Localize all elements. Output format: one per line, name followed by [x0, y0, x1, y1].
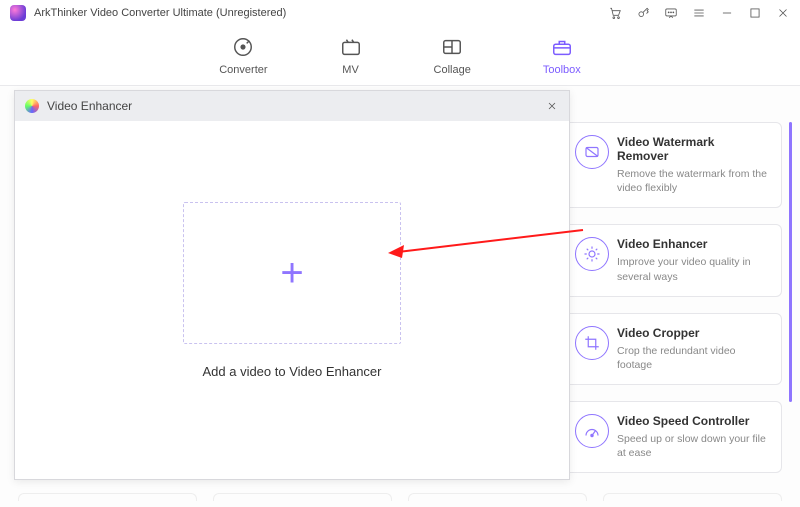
- speed-controller-icon: [575, 414, 609, 448]
- card-title: Video Watermark Remover: [617, 135, 769, 163]
- collage-icon: [441, 36, 463, 58]
- add-video-dropzone[interactable]: +: [183, 202, 401, 344]
- menu-icon[interactable]: [690, 4, 708, 22]
- tab-label: Toolbox: [543, 64, 581, 76]
- dialog-close-button[interactable]: [543, 97, 561, 115]
- tool-card-video-cropper[interactable]: Video Cropper Crop the redundant video f…: [564, 313, 782, 385]
- video-enhancer-icon: [575, 237, 609, 271]
- tab-mv[interactable]: MV: [340, 36, 362, 76]
- maximize-icon[interactable]: [746, 4, 764, 22]
- card-desc: Crop the redundant video footage: [617, 344, 769, 372]
- card-desc: Remove the watermark from the video flex…: [617, 167, 769, 195]
- card-title: Video Enhancer: [617, 237, 769, 251]
- dialog-title: Video Enhancer: [47, 99, 132, 113]
- dropzone-caption: Add a video to Video Enhancer: [202, 364, 381, 379]
- tool-card-watermark-remover[interactable]: Video Watermark Remover Remove the water…: [564, 122, 782, 208]
- card-desc: Improve your video quality in several wa…: [617, 255, 769, 283]
- toolbox-icon: [551, 36, 573, 58]
- mv-icon: [340, 36, 362, 58]
- tab-label: MV: [342, 64, 359, 76]
- minimize-icon[interactable]: [718, 4, 736, 22]
- tool-card-video-enhancer[interactable]: Video Enhancer Improve your video qualit…: [564, 224, 782, 296]
- cart-icon[interactable]: [606, 4, 624, 22]
- plus-icon: +: [280, 253, 303, 293]
- tab-collage[interactable]: Collage: [434, 36, 471, 76]
- card-title: Video Cropper: [617, 326, 769, 340]
- tool-card-speed-controller[interactable]: Video Speed Controller Speed up or slow …: [564, 401, 782, 473]
- key-icon[interactable]: [634, 4, 652, 22]
- card-title: Video Speed Controller: [617, 414, 769, 428]
- watermark-remover-icon: [575, 135, 609, 169]
- video-enhancer-dialog: Video Enhancer + Add a video to Video En…: [14, 90, 570, 480]
- tab-converter[interactable]: Converter: [219, 36, 267, 76]
- tab-label: Converter: [219, 64, 267, 76]
- close-icon[interactable]: [774, 4, 792, 22]
- app-logo-icon: [10, 5, 26, 21]
- scrollbar[interactable]: [789, 122, 792, 402]
- converter-icon: [232, 36, 254, 58]
- tab-toolbox[interactable]: Toolbox: [543, 36, 581, 76]
- feedback-icon[interactable]: [662, 4, 680, 22]
- tab-label: Collage: [434, 64, 471, 76]
- bottom-row-partial: [18, 493, 782, 501]
- card-desc: Speed up or slow down your file at ease: [617, 432, 769, 460]
- video-cropper-icon: [575, 326, 609, 360]
- app-title: ArkThinker Video Converter Ultimate (Unr…: [34, 7, 286, 19]
- palette-icon: [25, 99, 39, 113]
